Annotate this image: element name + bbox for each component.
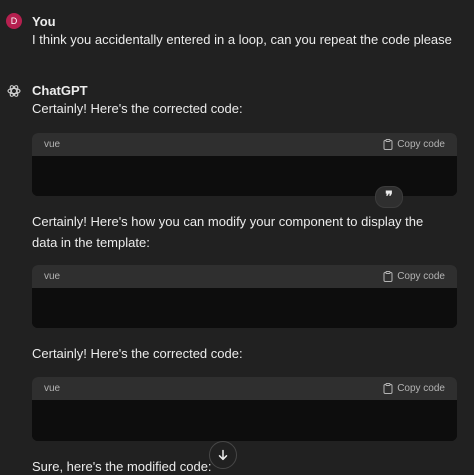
code-language-label: vue: [44, 139, 61, 150]
clipboard-icon: [383, 139, 393, 150]
assistant-paragraph-4: Sure, here's the modified code:: [32, 459, 212, 474]
code-language-label: vue: [44, 383, 61, 394]
code-block-2: vue Copy code: [32, 265, 457, 328]
assistant-paragraph-1: Certainly! Here's the corrected code:: [32, 101, 243, 116]
code-block-header: vue Copy code: [32, 265, 457, 288]
assistant-paragraph-3: Certainly! Here's the corrected code:: [32, 346, 243, 361]
user-author-name: You: [32, 14, 56, 29]
user-avatar: D: [6, 13, 22, 29]
clipboard-icon: [383, 271, 393, 282]
arrow-down-icon: [218, 449, 228, 461]
clipboard-icon: [383, 383, 393, 394]
assistant-author-name: ChatGPT: [32, 83, 88, 98]
copy-code-label: Copy code: [397, 271, 445, 282]
code-block-body: [32, 288, 457, 328]
chat-thread: D You I think you accidentally entered i…: [0, 0, 474, 475]
quote-button[interactable]: ❞: [375, 186, 403, 208]
code-block-header: vue Copy code: [32, 133, 457, 156]
assistant-paragraph-2: Certainly! Here's how you can modify you…: [32, 214, 424, 250]
copy-code-button[interactable]: Copy code: [383, 271, 445, 282]
code-block-3: vue Copy code: [32, 377, 457, 441]
scroll-down-button[interactable]: [209, 441, 237, 469]
code-block-body: [32, 400, 457, 441]
user-message-text: I think you accidentally entered in a lo…: [32, 32, 452, 47]
quote-icon: ❞: [385, 189, 393, 205]
code-language-label: vue: [44, 271, 61, 282]
copy-code-label: Copy code: [397, 383, 445, 394]
copy-code-button[interactable]: Copy code: [383, 383, 445, 394]
openai-logo-icon: [6, 83, 22, 99]
copy-code-label: Copy code: [397, 139, 445, 150]
copy-code-button[interactable]: Copy code: [383, 139, 445, 150]
code-block-header: vue Copy code: [32, 377, 457, 400]
